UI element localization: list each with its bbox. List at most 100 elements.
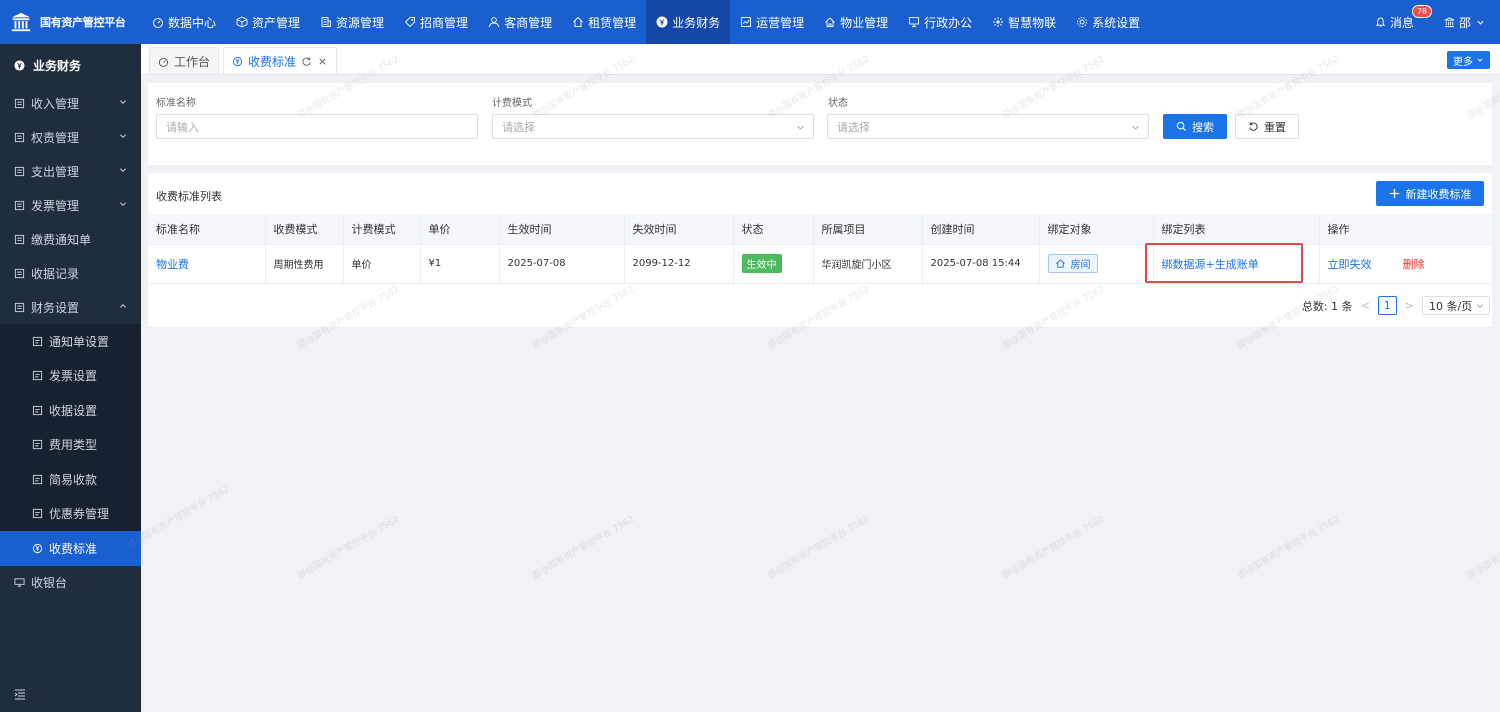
next-page-button[interactable]: > — [1405, 299, 1414, 312]
reset-button[interactable]: 重置 — [1235, 114, 1299, 139]
disable-now-link[interactable]: 立即失效 — [1328, 258, 1372, 271]
top-nav-item[interactable]: 客商管理 — [478, 0, 562, 44]
sidebar-subitem[interactable]: 通知单设置 — [0, 324, 141, 359]
building-icon — [321, 17, 331, 27]
page-size-select[interactable]: 10 条/页 — [1422, 296, 1490, 315]
sidebar-subitem[interactable]: 费用类型 — [0, 427, 141, 462]
top-nav-item[interactable]: 行政办公 — [898, 0, 982, 44]
new-label: 新建收费标准 — [1405, 187, 1472, 201]
sidebar-item[interactable]: 财务设置 — [0, 290, 141, 324]
top-nav-label: 业务财务 — [672, 15, 721, 30]
top-nav-item[interactable]: 智慧物联 — [982, 0, 1066, 44]
billing-mode-label: 计费模式 — [492, 98, 532, 109]
sidebar-item[interactable]: 权责管理 — [0, 120, 141, 154]
column-header: 失效时间 — [624, 214, 734, 245]
sidebar-item[interactable]: 收入管理 — [0, 86, 141, 120]
top-nav-item[interactable]: 系统设置 — [1066, 0, 1150, 44]
sidebar-item[interactable]: 支出管理 — [0, 154, 141, 188]
sidebar-item[interactable]: 收据记录 — [0, 256, 141, 290]
invoice-settings-icon — [32, 371, 43, 381]
finance-icon — [14, 59, 25, 71]
top-nav-item[interactable]: 租赁管理 — [562, 0, 646, 44]
search-button[interactable]: 搜索 — [1163, 114, 1227, 139]
top-nav-item[interactable]: 资源管理 — [310, 0, 394, 44]
column-header: 创建时间 — [922, 214, 1040, 245]
sidebar-subitem[interactable]: 优惠券管理 — [0, 496, 141, 531]
top-nav-item[interactable]: 物业管理 — [814, 0, 898, 44]
chevron-down-icon — [119, 100, 127, 105]
bind-list-link[interactable]: 绑数据源+生成账单 — [1162, 258, 1259, 271]
top-nav-item[interactable]: 数据中心 — [142, 0, 226, 44]
cell-name: 物业费 — [148, 244, 266, 284]
status-select[interactable]: 请选择 — [827, 114, 1149, 139]
sidebar-item[interactable]: 发票管理 — [0, 188, 141, 222]
top-nav-label: 智慧物联 — [1008, 15, 1057, 30]
sidebar-header: 业务财务 — [0, 44, 141, 86]
sidebar-subitem[interactable]: 收费标准 — [0, 531, 141, 566]
page-number[interactable]: 1 — [1377, 296, 1397, 315]
delete-link[interactable]: 删除 — [1403, 258, 1425, 271]
new-charge-standard-button[interactable]: 新建收费标准 — [1376, 181, 1484, 206]
messages-button[interactable]: 消息 78 — [1375, 4, 1433, 31]
finance-settings-icon — [14, 302, 25, 312]
top-nav-item[interactable]: 招商管理 — [394, 0, 478, 44]
top-nav-label: 资产管理 — [252, 15, 301, 30]
chevron-up-icon — [119, 303, 127, 308]
chevron-down-icon — [119, 134, 127, 139]
bind-object-label: 房间 — [1070, 260, 1091, 271]
top-nav-item[interactable]: 业务财务 — [646, 0, 731, 44]
finance-icon — [656, 16, 668, 28]
iot-icon — [993, 17, 1004, 27]
user-name: 邵 — [1458, 15, 1471, 30]
close-icon[interactable] — [317, 56, 328, 67]
coupon-icon — [32, 509, 43, 519]
tab-workbench[interactable]: 工作台 — [149, 47, 220, 74]
sidebar-item-label: 权责管理 — [31, 130, 80, 145]
refresh-icon[interactable] — [301, 56, 312, 67]
standard-name-link[interactable]: 物业费 — [156, 258, 189, 271]
top-nav-label: 客商管理 — [504, 15, 553, 30]
home-icon — [573, 16, 583, 27]
sidebar-item-cashier[interactable]: 收银台 — [0, 566, 141, 600]
column-header: 绑定对象 — [1039, 214, 1154, 245]
cell-charge-mode: 周期性费用 — [265, 244, 344, 284]
sidebar-item-label: 收银台 — [31, 576, 68, 590]
home-icon — [1055, 259, 1065, 268]
top-nav-item[interactable]: 运营管理 — [730, 0, 814, 44]
sidebar-header-label: 业务财务 — [33, 58, 82, 73]
watermark-text: 邵@国有资产管控平台 7562 — [296, 514, 402, 582]
top-nav-label: 资源管理 — [336, 15, 385, 30]
brand[interactable]: 国有资产管控平台 — [0, 0, 141, 44]
standard-name-input[interactable]: 请输入 — [156, 114, 478, 139]
sidebar-subitem[interactable]: 简易收款 — [0, 462, 141, 497]
bell-icon — [1375, 16, 1386, 27]
user-menu[interactable]: 邵 — [1444, 14, 1486, 31]
dashboard-icon — [153, 18, 163, 28]
sidebar-subitem-label: 通知单设置 — [49, 334, 110, 349]
billing-mode-select[interactable]: 请选择 — [492, 114, 814, 139]
top-nav-item[interactable]: 资产管理 — [226, 0, 310, 44]
watermark-text: 邵@国有资产管控平台 7562 — [531, 514, 637, 582]
chevron-down-icon — [1477, 20, 1484, 25]
top-nav-label: 数据中心 — [168, 15, 217, 30]
total-count: 总数: 1 条 — [1301, 299, 1353, 313]
tab-charge-standard[interactable]: 收费标准 — [223, 47, 338, 74]
prev-page-button[interactable]: < — [1361, 299, 1370, 312]
sidebar-subitem-label: 发票设置 — [49, 369, 98, 384]
sidebar-item-label: 缴费通知单 — [31, 232, 92, 247]
sidebar-subitem[interactable]: 收据设置 — [0, 393, 141, 428]
fee-type-icon — [32, 440, 43, 450]
sidebar-item[interactable]: 缴费通知单 — [0, 222, 141, 256]
sidebar-subitem-label: 简易收款 — [49, 472, 98, 487]
more-tabs-button[interactable]: 更多 — [1447, 51, 1490, 69]
sidebar-subitem-label: 收据设置 — [49, 403, 98, 418]
table-header-row: 标准名称 收费模式 计费模式 单价 生效时间 失效时间 状态 所属项目 创建时间 绑定对象 绑定列表… — [148, 214, 1493, 245]
top-nav-label: 招商管理 — [420, 15, 469, 30]
cell-start-time: 2025-07-08 — [499, 244, 625, 284]
monitor-icon — [909, 17, 920, 27]
sidebar-subitem[interactable]: 发票设置 — [0, 358, 141, 393]
bind-object-tag[interactable]: 房间 — [1047, 254, 1098, 273]
column-header: 操作 — [1319, 214, 1493, 245]
column-header: 标准名称 — [148, 214, 266, 245]
collapse-menu-icon[interactable] — [14, 688, 26, 700]
